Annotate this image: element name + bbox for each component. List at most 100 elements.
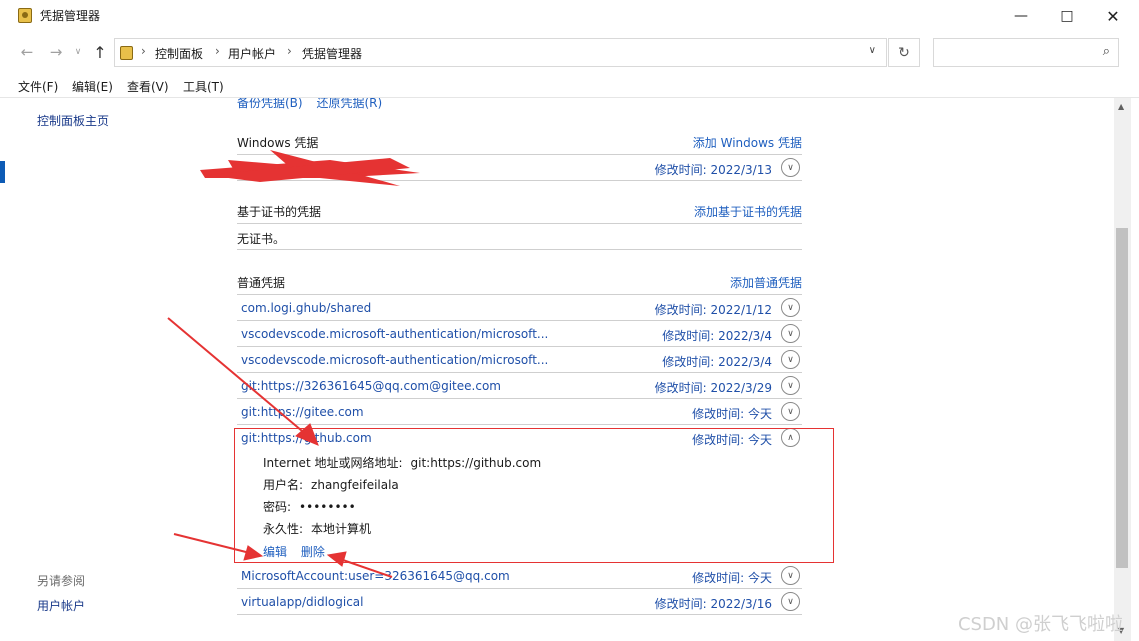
modified-time: 修改时间: 2022/3/4 [662, 329, 772, 343]
modified-time: 修改时间: 2022/3/4 [662, 355, 772, 369]
credential-actions: 编辑 删除 [263, 543, 335, 560]
no-certificates-text: 无证书。 [237, 232, 286, 246]
credential-row[interactable]: vscodevscode.microsoft-authentication/mi… [237, 347, 802, 373]
edit-link[interactable]: 编辑 [263, 545, 287, 559]
breadcrumb-credential-manager[interactable]: 凭据管理器 [302, 45, 362, 62]
modified-time: 修改时间: 今天 [692, 433, 772, 447]
section-title: Windows 凭据 [237, 136, 319, 150]
expand-chevron-icon[interactable]: ∨ [781, 350, 800, 369]
detail-value: zhangfeifeilala [311, 478, 399, 492]
detail-value: git:https://github.com [410, 456, 542, 470]
password-detail: 密码: •••••••• [263, 498, 356, 515]
user-accounts-link[interactable]: 用户帐户 [37, 597, 85, 614]
username-detail: 用户名: zhangfeifeilala [263, 476, 399, 493]
recent-locations-icon[interactable]: ∨ [72, 42, 84, 62]
generic-credentials-section: 普通凭据 添加普通凭据 com.logi.ghub/shared 修改时间: 2… [237, 269, 802, 615]
add-generic-credential-link[interactable]: 添加普通凭据 [730, 274, 802, 291]
credential-row[interactable]: vscodevscode.microsoft-authentication/mi… [237, 321, 802, 347]
persistence-detail: 永久性: 本地计算机 [263, 520, 371, 537]
modified-time: 修改时间: 2022/3/13 [654, 163, 772, 177]
scroll-up-icon[interactable]: ▲ [1118, 102, 1124, 111]
watermark: CSDN @张飞飞啦啦 [957, 614, 1123, 635]
minimize-button[interactable]: — [998, 0, 1044, 32]
section-header: 基于证书的凭据 添加基于证书的凭据 [237, 198, 802, 224]
menu-tools[interactable]: 工具(T) [183, 78, 224, 95]
detail-value: 本地计算机 [311, 522, 372, 536]
restore-credentials-link[interactable]: 还原凭据(R) [316, 98, 382, 110]
expand-chevron-icon[interactable]: ∨ [781, 324, 800, 343]
backup-credentials-link[interactable]: 备份凭据(B) [237, 98, 303, 110]
left-pane-marker [0, 161, 5, 183]
chevron-down-icon[interactable]: ∨ [869, 45, 876, 56]
credential-name[interactable]: git:https://github.com [241, 431, 372, 445]
expand-chevron-icon[interactable]: ∨ [781, 592, 800, 611]
scrollbar-thumb[interactable] [1116, 228, 1128, 568]
certificate-credentials-section: 基于证书的凭据 添加基于证书的凭据 无证书。 [237, 198, 802, 250]
add-windows-credential-link[interactable]: 添加 Windows 凭据 [693, 134, 802, 151]
left-pane: 控制面板主页 另请参阅 用户帐户 [0, 98, 200, 641]
breadcrumb-user-accounts[interactable]: 用户帐户 [228, 45, 276, 62]
section-header: Windows 凭据 添加 Windows 凭据 [237, 129, 802, 155]
detail-label: 用户名: [263, 478, 304, 492]
breadcrumb-separator-icon[interactable]: › [141, 44, 146, 58]
breadcrumb-control-panel[interactable]: 控制面板 [155, 45, 203, 62]
window-title: 凭据管理器 [40, 9, 101, 23]
modified-time: 修改时间: 2022/3/16 [654, 597, 772, 611]
credential-name[interactable]: virtualapp/didlogical [241, 595, 363, 609]
no-certificates-row: 无证书。 [237, 224, 802, 250]
detail-label: 永久性: [263, 522, 304, 536]
add-certificate-credential-link[interactable]: 添加基于证书的凭据 [694, 203, 802, 220]
expand-chevron-icon[interactable]: ∨ [781, 402, 800, 421]
breadcrumb-separator-icon[interactable]: › [287, 44, 292, 58]
credential-name[interactable]: git:https://gitee.com [241, 405, 364, 419]
credential-name[interactable]: MicrosoftAccount:user=326361645@qq.com [241, 569, 510, 583]
expand-chevron-icon[interactable]: ∨ [781, 158, 800, 177]
credential-name[interactable]: git:https://326361645@qq.com@gitee.com [241, 379, 501, 393]
search-input[interactable]: ⌕ [933, 38, 1119, 67]
credential-name[interactable]: vscodevscode.microsoft-authentication/mi… [241, 353, 548, 367]
internet-address-detail: Internet 地址或网络地址: git:https://github.com [263, 454, 541, 471]
expanded-credential-row: git:https://github.com 修改时间: 今天 ∧ Intern… [237, 425, 802, 563]
address-bar[interactable]: › 控制面板 › 用户帐户 › 凭据管理器 ∨ [114, 38, 887, 67]
expand-chevron-icon[interactable]: ∨ [781, 566, 800, 585]
search-icon[interactable]: ⌕ [1103, 44, 1110, 59]
forward-arrow-icon[interactable]: → [47, 42, 65, 62]
expand-chevron-icon[interactable]: ∨ [781, 298, 800, 317]
modified-time: 修改时间: 2022/3/29 [654, 381, 772, 395]
collapse-chevron-icon[interactable]: ∧ [781, 428, 800, 447]
menu-file[interactable]: 文件(F) [18, 78, 58, 95]
detail-value: •••••••• [299, 500, 356, 514]
modified-time: 修改时间: 今天 [692, 571, 772, 585]
maximize-button[interactable]: □ [1044, 0, 1090, 32]
credential-row[interactable]: git:https://326361645@qq.com@gitee.com 修… [237, 373, 802, 399]
menu-edit[interactable]: 编辑(E) [72, 78, 113, 95]
credential-row[interactable]: MicrosoftAccount:user=326361645@qq.com 修… [237, 563, 802, 589]
modified-time: 修改时间: 2022/1/12 [654, 303, 772, 317]
expand-chevron-icon[interactable]: ∨ [781, 376, 800, 395]
credential-name[interactable]: com.logi.ghub/shared [241, 301, 371, 315]
vertical-scrollbar[interactable]: ▲ ▼ [1114, 98, 1131, 641]
menu-bar: 文件(F) 编辑(E) 查看(V) 工具(T) [0, 72, 1139, 98]
menu-view[interactable]: 查看(V) [127, 78, 169, 95]
control-panel-icon [120, 46, 133, 60]
credential-row[interactable]: com.logi.ghub/shared 修改时间: 2022/1/12 ∨ [237, 295, 802, 321]
refresh-icon[interactable]: ↻ [888, 38, 920, 67]
back-arrow-icon[interactable]: ← [18, 42, 36, 62]
credential-manager-icon [18, 8, 32, 23]
modified-time: 修改时间: 今天 [692, 407, 772, 421]
navigation-bar: ← → ∨ ↑ › 控制面板 › 用户帐户 › 凭据管理器 ∨ ↻ ⌕ [0, 32, 1139, 72]
credential-row[interactable]: 修改时间: 2022/3/13 ∨ [237, 155, 802, 181]
up-arrow-icon[interactable]: ↑ [91, 42, 109, 62]
credential-name[interactable]: vscodevscode.microsoft-authentication/mi… [241, 327, 548, 341]
windows-credentials-section: Windows 凭据 添加 Windows 凭据 修改时间: 2022/3/13… [237, 129, 802, 181]
close-button[interactable]: ✕ [1090, 0, 1136, 32]
credential-row[interactable]: git:https://gitee.com 修改时间: 今天 ∨ [237, 399, 802, 425]
control-panel-home-link[interactable]: 控制面板主页 [37, 112, 109, 129]
credential-row[interactable]: virtualapp/didlogical 修改时间: 2022/3/16 ∨ [237, 589, 802, 615]
main-content: 备份凭据(B) 还原凭据(R) Windows 凭据 添加 Windows 凭据… [200, 98, 1114, 641]
see-also-heading: 另请参阅 [37, 574, 86, 588]
title-bar: 凭据管理器 — □ ✕ [0, 0, 1139, 32]
breadcrumb-separator-icon[interactable]: › [215, 44, 220, 58]
delete-link[interactable]: 删除 [301, 545, 325, 559]
detail-label: 密码: [263, 500, 292, 514]
